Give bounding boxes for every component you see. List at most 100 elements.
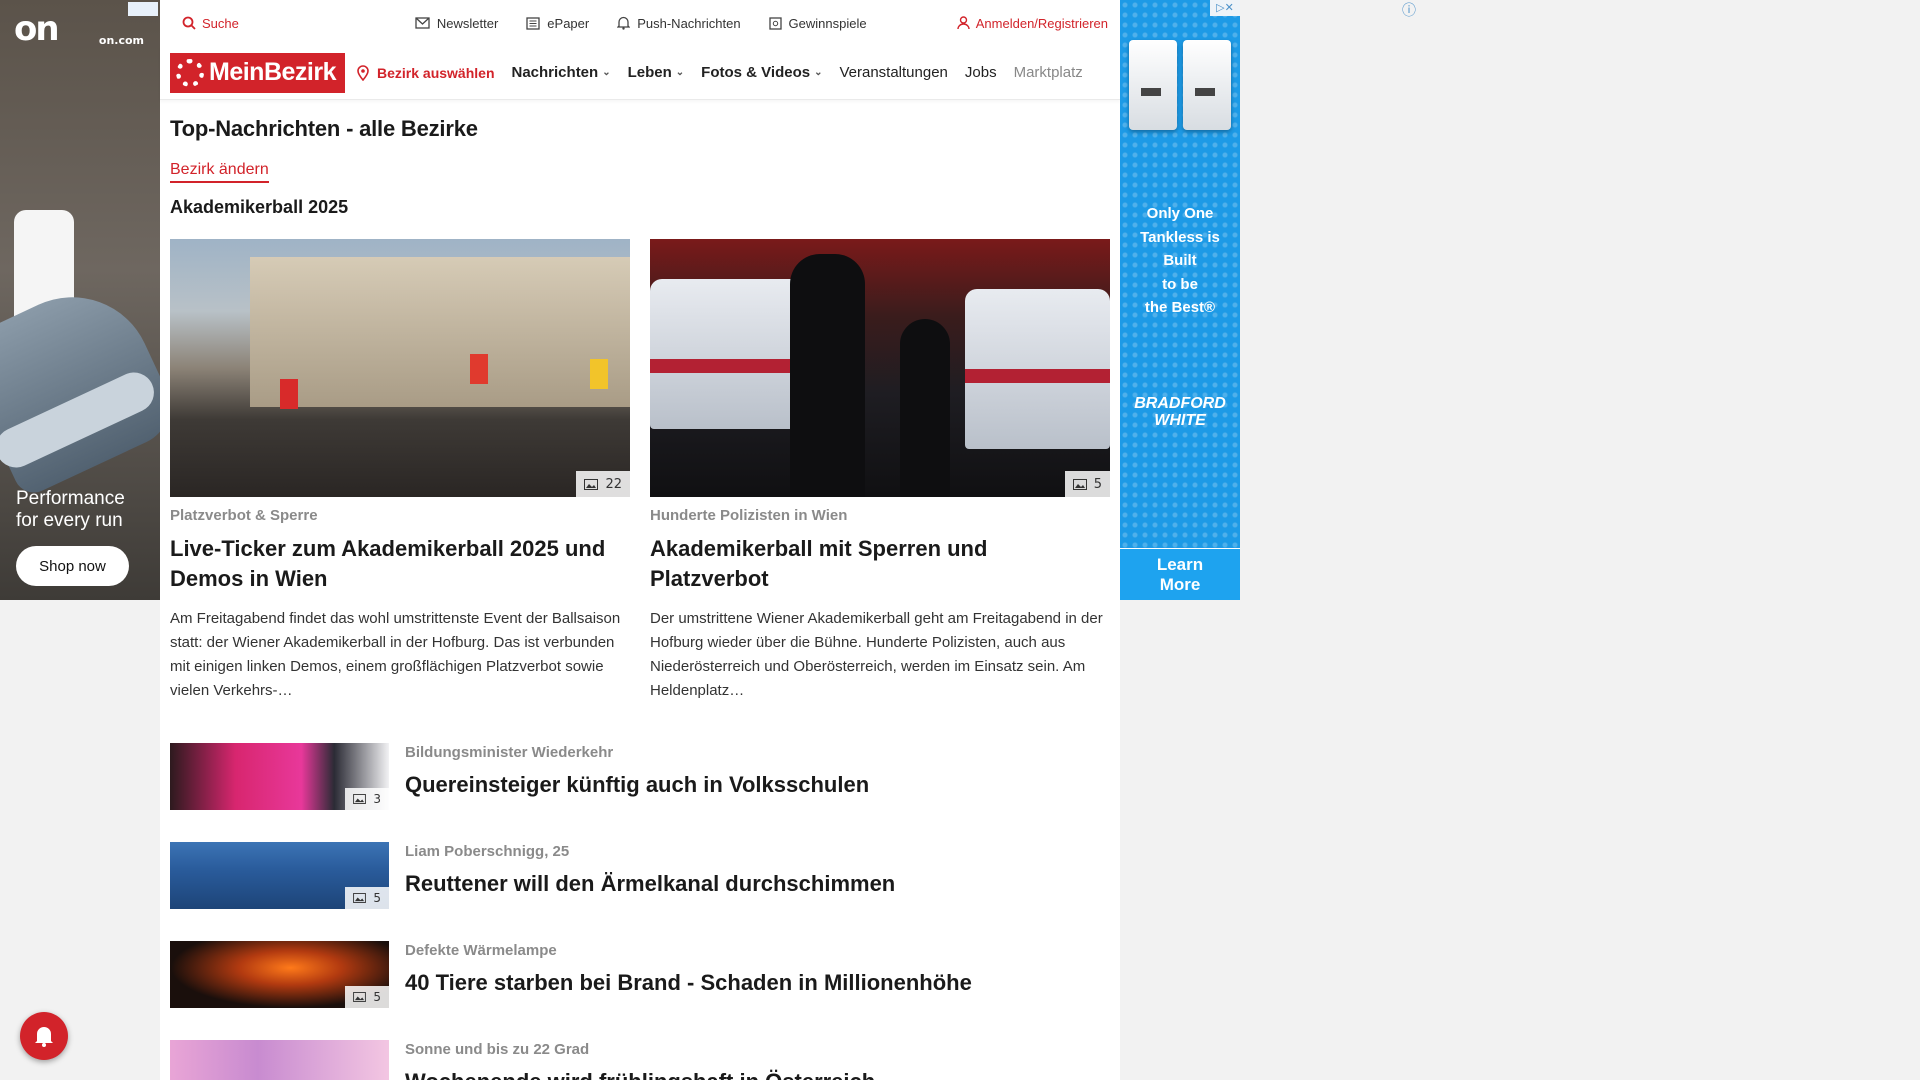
ad-tagline-line: Built xyxy=(1163,252,1197,269)
photo-count-badge: 5 xyxy=(1064,471,1110,497)
article-kicker: Platzverbot & Sperre xyxy=(170,507,318,524)
login-link[interactable]: Anmelden/Registrieren xyxy=(957,16,1108,31)
ad-tagline: Only One Tankless is Built to be the Bes… xyxy=(1120,202,1240,320)
image-icon xyxy=(1072,478,1087,490)
epaper-link[interactable]: ePaper xyxy=(526,16,589,31)
ad-tagline-line: Tankless is xyxy=(1140,228,1220,246)
main-column: Suche Newsletter ePaper Push-Nachrichten… xyxy=(160,0,1120,1080)
right-ad-banner[interactable]: ▷✕ Only One Tankless is Built to be the … xyxy=(1120,0,1240,600)
article-image-demo[interactable]: 22 xyxy=(170,239,630,497)
bezirk-change-link[interactable]: Bezirk ändern xyxy=(170,161,269,183)
ad-slogan: Performance for every run xyxy=(16,488,125,532)
article-headline[interactable]: Reuttener will den Ärmelkanal durchschim… xyxy=(405,871,895,897)
chevron-down-icon: ⌄ xyxy=(602,67,611,78)
article-thumbnail[interactable]: 5 xyxy=(170,941,389,1008)
bradford-white-logo: BRADFORD WHITE xyxy=(1120,395,1240,429)
search-icon xyxy=(182,16,196,30)
nav-veranstaltungen[interactable]: Veranstaltungen xyxy=(839,64,947,81)
nav-nachrichten[interactable]: Nachrichten ⌄ xyxy=(512,64,611,81)
article-kicker: Sonne und bis zu 22 Grad xyxy=(405,1041,590,1058)
bell-icon xyxy=(617,16,631,30)
featured-articles: 22 Platzverbot & Sperre Live-Ticker zum … xyxy=(170,239,1110,703)
login-label: Anmelden/Registrieren xyxy=(975,15,1108,31)
list-item[interactable]: 3 Bildungsminister Wiederkehr Quereinste… xyxy=(170,743,1110,810)
content: Top-Nachrichten - alle Bezirke Bezirk än… xyxy=(160,100,1120,1080)
logo-ring-icon xyxy=(176,58,204,87)
featured-card[interactable]: 5 Hunderte Polizisten in Wien Akademiker… xyxy=(650,239,1110,703)
bezirk-select-button[interactable]: Bezirk auswählen xyxy=(357,65,495,81)
nav-fotos-videos[interactable]: Fotos & Videos ⌄ xyxy=(701,64,822,81)
user-icon xyxy=(957,16,970,30)
nav-leben[interactable]: Leben ⌄ xyxy=(628,64,685,81)
top-bar: Suche Newsletter ePaper Push-Nachrichten… xyxy=(160,0,1120,46)
location-pin-icon xyxy=(357,64,369,81)
article-image-police[interactable]: 5 xyxy=(650,239,1110,497)
article-kicker: Defekte Wärmelampe xyxy=(405,942,557,959)
article-thumbnail[interactable]: 5 xyxy=(170,842,389,909)
notification-bell-button[interactable] xyxy=(20,1012,68,1060)
list-item[interactable]: 5 Liam Poberschnigg, 25 Reuttener will d… xyxy=(170,842,1110,909)
search-link[interactable]: Suche xyxy=(182,16,239,31)
newspaper-icon xyxy=(526,16,540,30)
chevron-down-icon: ⌄ xyxy=(814,67,823,78)
list-item[interactable]: Sonne und bis zu 22 Grad Wochenende wird… xyxy=(170,1040,1110,1080)
photo-count: 5 xyxy=(373,990,381,1004)
newsletter-link[interactable]: Newsletter xyxy=(415,16,498,31)
nav-jobs-label: Jobs xyxy=(964,64,997,81)
photo-count: 5 xyxy=(1093,476,1102,492)
photo-count: 5 xyxy=(373,891,381,905)
article-kicker: Liam Poberschnigg, 25 xyxy=(405,843,570,860)
learn-more-line: More xyxy=(1159,575,1201,594)
mail-icon xyxy=(415,17,430,29)
page-title: Top-Nachrichten - alle Bezirke xyxy=(170,116,478,141)
article-headline[interactable]: Live-Ticker zum Akademikerball 2025 und … xyxy=(170,534,630,594)
learn-more-line: Learn xyxy=(1156,555,1204,574)
photo-count-badge: 5 xyxy=(345,887,389,909)
nav-leben-label: Leben xyxy=(627,64,672,81)
article-headline[interactable]: Wochenende wird frühlingshaft in Österre… xyxy=(405,1069,875,1080)
list-item-text: Defekte Wärmelampe 40 Tiere starben bei … xyxy=(405,941,972,1008)
image-icon xyxy=(353,992,367,1002)
image-icon xyxy=(353,893,367,903)
push-link[interactable]: Push-Nachrichten xyxy=(617,15,741,31)
bell-icon xyxy=(35,1027,53,1047)
article-headline[interactable]: Akademikerball mit Sperren und Platzverb… xyxy=(650,534,1110,594)
push-label: Push-Nachrichten xyxy=(637,15,741,31)
bezirk-label: Bezirk auswählen xyxy=(377,64,495,81)
adchoices-close-icon[interactable]: ▷✕ xyxy=(1210,0,1240,16)
newsletter-label: Newsletter xyxy=(436,15,499,31)
article-headline[interactable]: Quereinsteiger künftig auch in Volksschu… xyxy=(405,772,869,798)
ad-tagline-line: to be xyxy=(1162,275,1198,293)
image-icon xyxy=(353,794,367,804)
ad-brand-line: BRADFORD xyxy=(1134,395,1226,412)
adchoices-icon[interactable] xyxy=(128,2,158,16)
nav-jobs[interactable]: Jobs xyxy=(965,64,997,81)
article-list: 3 Bildungsminister Wiederkehr Quereinste… xyxy=(170,743,1110,1080)
flag-shape xyxy=(280,379,298,409)
officer-shape xyxy=(900,319,950,497)
ad-product-image xyxy=(1123,40,1237,136)
section-title: Akademikerball 2025 xyxy=(170,197,349,217)
list-item-text: Sonne und bis zu 22 Grad Wochenende wird… xyxy=(405,1040,875,1080)
shop-now-button[interactable]: Shop now xyxy=(16,546,129,586)
gewinnspiele-link[interactable]: Gewinnspiele xyxy=(768,16,867,31)
meinbezirk-logo[interactable]: MeinBezirk xyxy=(170,52,345,93)
nav-nachrichten-label: Nachrichten xyxy=(511,64,599,81)
nav-marktplatz[interactable]: Marktplatz xyxy=(1014,64,1083,81)
left-ad-banner[interactable]: on on.com Performance for every run Shop… xyxy=(0,0,160,600)
photo-count-badge: 22 xyxy=(576,471,630,497)
article-headline[interactable]: 40 Tiere starben bei Brand - Schaden in … xyxy=(405,970,972,996)
learn-more-button[interactable]: Learn More xyxy=(1120,548,1240,600)
list-item-text: Liam Poberschnigg, 25 Reuttener will den… xyxy=(405,842,895,909)
list-item[interactable]: 5 Defekte Wärmelampe 40 Tiere starben be… xyxy=(170,941,1110,1008)
ad-tagline-line: the Best® xyxy=(1144,299,1216,316)
article-thumbnail[interactable] xyxy=(170,1040,389,1080)
water-heater-unit xyxy=(1183,40,1231,130)
article-teaser: Am Freitagabend findet das wohl umstritt… xyxy=(170,610,621,699)
logo-text: MeinBezirk xyxy=(209,58,336,86)
photo-count: 3 xyxy=(373,792,381,806)
featured-card[interactable]: 22 Platzverbot & Sperre Live-Ticker zum … xyxy=(170,239,630,703)
info-icon[interactable]: ⓘ xyxy=(1402,0,1416,20)
article-thumbnail[interactable]: 3 xyxy=(170,743,389,810)
chevron-down-icon: ⌄ xyxy=(675,67,685,78)
